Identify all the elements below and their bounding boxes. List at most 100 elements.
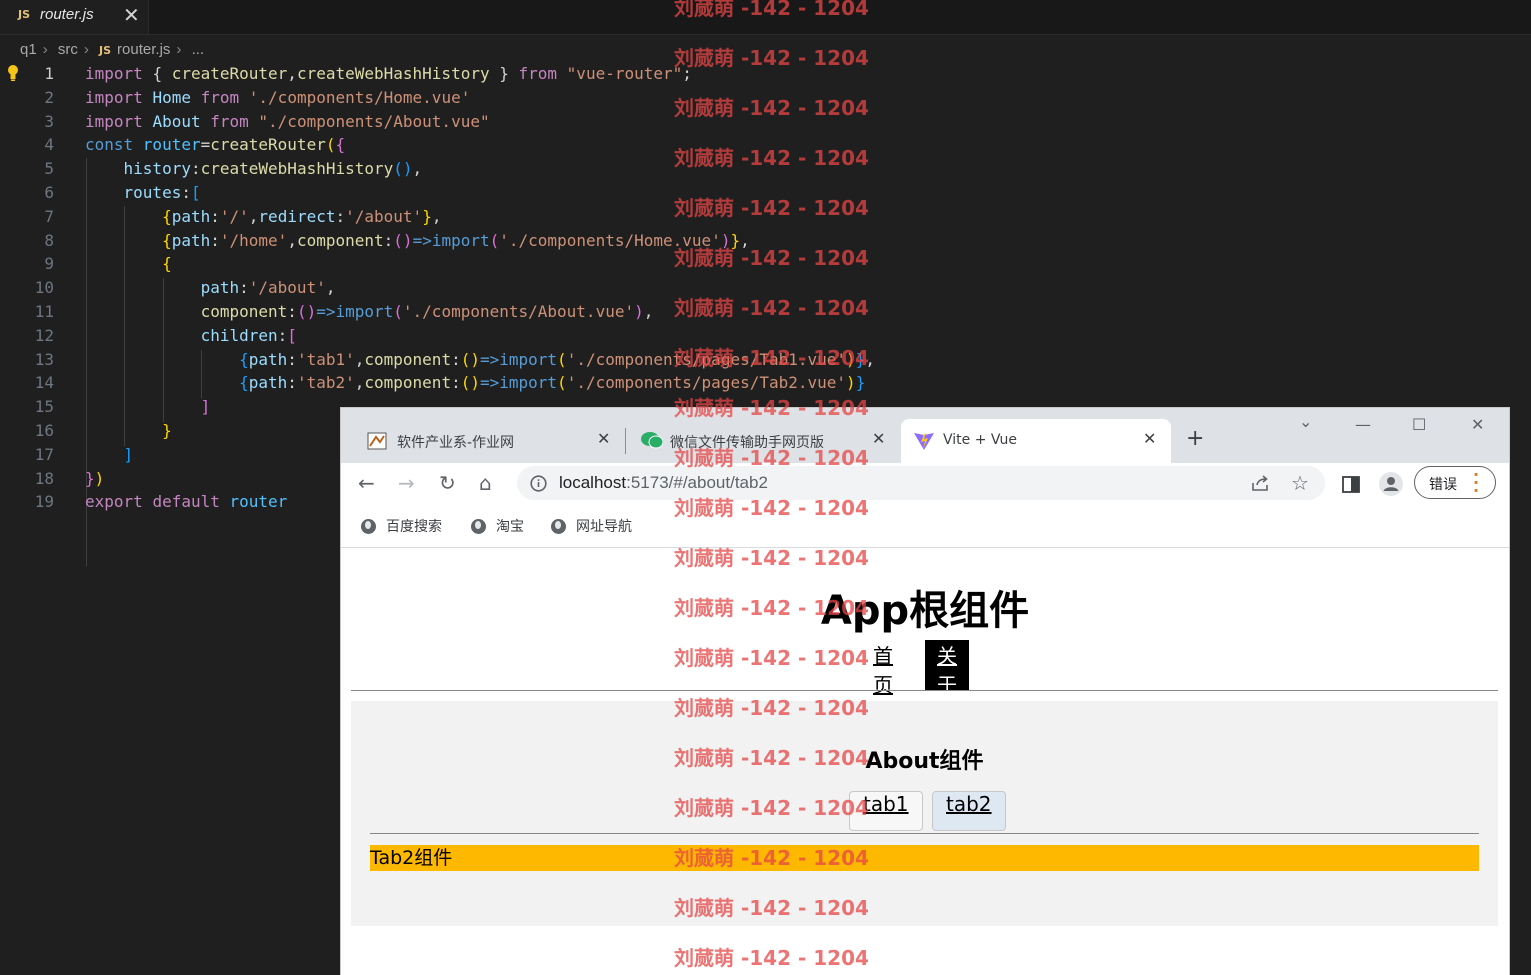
code-line[interactable]: 8 {path:'/home',component:()=>import('./…: [0, 229, 900, 253]
browser-tab-vite[interactable]: Vite + Vue ✕: [901, 419, 1171, 463]
nav-link-about[interactable]: 关于: [925, 640, 969, 697]
maximize-button[interactable]: ☐: [1412, 415, 1426, 434]
line-number: 12: [34, 325, 54, 345]
code-line[interactable]: 14 {path:'tab2',component:()=>import('./…: [0, 371, 900, 395]
home-button[interactable]: ⌂: [479, 471, 492, 495]
code-line[interactable]: 1 import { createRouter,createWebHashHist…: [0, 62, 900, 86]
code-token: component: [200, 302, 288, 321]
subtab-tab1[interactable]: tab1: [849, 791, 923, 831]
code-line[interactable]: 9 {: [0, 252, 900, 276]
line-number: 4: [44, 135, 54, 155]
code-token: history: [123, 159, 191, 179]
bookmark-baidu[interactable]: 百度搜索: [361, 516, 442, 536]
globe-icon: [551, 519, 566, 534]
code-token: ): [846, 373, 856, 393]
code-token: path: [248, 373, 288, 393]
code-line[interactable]: 5 history:createWebHashHistory(),: [0, 157, 900, 181]
error-button[interactable]: 错误 · · ·: [1414, 466, 1496, 499]
code-token: :: [287, 373, 297, 393]
code-token: path: [171, 230, 211, 250]
editor-tab-router-js[interactable]: JS router.js ✕: [0, 0, 149, 34]
back-button[interactable]: ←: [358, 471, 375, 495]
code-line[interactable]: 10 path:'/about',: [0, 276, 900, 300]
line-number: 7: [44, 206, 54, 226]
code-token: createWebHashHistory: [200, 159, 394, 179]
browser-tab-wechat[interactable]: 微信文件传输助手网页版 ✕: [628, 419, 896, 463]
breadcrumb-more[interactable]: ...: [192, 41, 205, 58]
url-text[interactable]: localhost:5173/#/about/tab2: [559, 473, 768, 493]
breadcrumb-subfolder[interactable]: src: [58, 41, 78, 58]
code-token: ,: [412, 159, 423, 179]
line-number: 2: [44, 87, 54, 107]
code-token: }: [162, 421, 172, 440]
code-token: (): [393, 159, 413, 179]
profile-avatar-icon[interactable]: [1379, 472, 1403, 496]
code-token: :: [335, 206, 346, 226]
chevron-right-icon: ›: [42, 41, 48, 58]
code-token: 'tab2': [296, 373, 355, 393]
breadcrumb-file[interactable]: router.js: [117, 41, 170, 58]
nav-link-home[interactable]: 首页: [873, 640, 893, 697]
code-token: ,: [740, 230, 750, 250]
code-text: ]: [85, 443, 134, 467]
code-line[interactable]: 3 import About from "./components/About.v…: [0, 110, 900, 134]
minimize-button[interactable]: —: [1355, 415, 1371, 434]
new-tab-button[interactable]: +: [1186, 426, 1204, 451]
breadcrumb-folder[interactable]: q1: [20, 41, 37, 58]
close-icon[interactable]: ✕: [1143, 429, 1156, 448]
code-token: const: [85, 135, 143, 155]
code-line[interactable]: 11 component:()=>import('./components/Ab…: [0, 300, 900, 324]
forward-button[interactable]: →: [398, 471, 415, 495]
code-token: =>: [479, 373, 500, 393]
code-token: }: [730, 230, 741, 250]
code-token: import: [499, 349, 558, 369]
code-line[interactable]: 12 children:[: [0, 324, 900, 348]
code-token: import: [431, 230, 490, 250]
code-line[interactable]: 7 {path:'/',redirect:'/about'},: [0, 205, 900, 229]
code-token: :: [239, 278, 249, 298]
divider: [370, 833, 1479, 834]
code-line[interactable]: 2 import Home from './components/Home.vue…: [0, 86, 900, 110]
code-token: }: [422, 206, 432, 226]
code-text: import About from "./components/About.vu…: [85, 110, 490, 134]
code-token: routes: [123, 183, 182, 202]
subtab-tab2[interactable]: tab2: [932, 791, 1006, 831]
star-icon[interactable]: ☆: [1291, 471, 1309, 495]
code-token: "vue-router": [566, 64, 683, 83]
info-icon[interactable]: [530, 475, 547, 492]
chevron-down-icon[interactable]: ⌄: [1299, 412, 1312, 431]
code-token: {: [239, 349, 249, 369]
code-token: :: [210, 230, 220, 250]
more-menu-icon[interactable]: · · ·: [1473, 467, 1479, 499]
editor-tab-bar: JS router.js ✕: [0, 0, 1531, 35]
share-icon[interactable]: [1251, 474, 1271, 492]
side-panel-icon[interactable]: [1342, 476, 1360, 493]
close-icon[interactable]: ✕: [123, 3, 140, 27]
code-token: ,: [865, 349, 875, 369]
web-page: App根组件 首页 关于 About组件 tab1 tab2 Tab2组件: [341, 548, 1509, 975]
code-token: from: [210, 111, 259, 131]
code-token: './components/About.vue': [402, 302, 635, 321]
close-icon[interactable]: ✕: [872, 429, 885, 448]
code-token: {: [162, 254, 172, 274]
browser-tab-zuoye[interactable]: 软件产业系-作业网 ✕: [349, 419, 625, 463]
bookmark-label: 百度搜索: [386, 519, 442, 535]
code-token: './components/pages/Tab1.vue': [566, 349, 847, 369]
bookmark-nav[interactable]: 网址导航: [551, 516, 632, 536]
close-icon[interactable]: ✕: [597, 429, 610, 448]
reload-button[interactable]: ↻: [439, 471, 456, 495]
code-line[interactable]: 6 routes:[: [0, 181, 900, 205]
bookmark-taobao[interactable]: 淘宝: [471, 516, 524, 536]
code-line[interactable]: 4 const router=createRouter({: [0, 133, 900, 157]
code-line[interactable]: 13 {path:'tab1',component:()=>import('./…: [0, 348, 900, 372]
js-file-icon: JS: [18, 8, 31, 21]
code-text: children:[: [85, 324, 297, 348]
address-bar[interactable]: localhost:5173/#/about/tab2 ☆: [517, 466, 1325, 500]
line-number: 10: [34, 278, 54, 298]
code-token: =>: [412, 230, 432, 250]
window-close-button[interactable]: ✕: [1471, 415, 1484, 434]
